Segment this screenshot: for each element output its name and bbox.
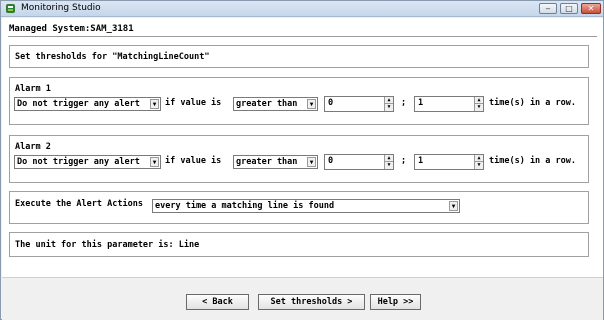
unit-label: The unit for this parameter is: Line — [15, 240, 200, 250]
alarm-2-if-label: if value is — [165, 156, 222, 166]
alarm-1-if-label: if value is — [165, 98, 222, 108]
alarm-1-operator-select[interactable]: greater than ▼ — [233, 97, 318, 111]
alarm-2-separator: ; — [401, 156, 407, 166]
alarm-1-action-value: Do not trigger any alert — [17, 99, 140, 109]
chevron-down-icon[interactable]: ▼ — [150, 157, 159, 167]
close-button[interactable]: ✕ — [581, 3, 601, 14]
maximize-button[interactable]: □ — [560, 3, 578, 14]
spin-up-icon[interactable]: ▲ — [474, 97, 483, 104]
set-thresholds-button[interactable]: Set thresholds > — [258, 294, 365, 310]
spin-up-icon[interactable]: ▲ — [474, 155, 483, 162]
spin-down-icon[interactable]: ▼ — [384, 104, 393, 111]
spin-down-icon[interactable]: ▼ — [474, 162, 483, 169]
alarm-1-suffix: time(s) in a row. — [489, 98, 576, 108]
spin-down-icon[interactable]: ▼ — [384, 162, 393, 169]
minimize-button[interactable]: ‒ — [539, 3, 557, 14]
help-button[interactable]: Help >> — [370, 294, 421, 310]
alarm-2-panel: Alarm 2 Do not trigger any alert ▼ if va… — [9, 135, 589, 183]
back-button[interactable]: < Back — [186, 294, 249, 310]
alarm-1-panel: Alarm 1 Do not trigger any alert ▼ if va… — [9, 77, 589, 125]
chevron-down-icon[interactable]: ▼ — [449, 201, 458, 211]
alarm-2-operator-select[interactable]: greater than ▼ — [233, 155, 318, 169]
alarm-1-count: 1 — [418, 98, 424, 108]
thresholds-title: Set thresholds for "MatchingLineCount" — [15, 52, 210, 62]
alarm-2-title: Alarm 2 — [15, 142, 51, 152]
monitoring-studio-window: Monitoring Studio ‒ □ ✕ Managed System:S… — [0, 0, 604, 320]
button-bar: < Back Set thresholds > Help >> — [2, 278, 603, 320]
alarm-1-operator-value: greater than — [236, 99, 298, 109]
managed-system-label: Managed System:SAM_3181 — [9, 24, 134, 34]
alarm-1-count-spinner[interactable]: 1 ▲ ▼ — [414, 96, 484, 112]
chevron-down-icon[interactable]: ▼ — [307, 99, 316, 109]
alarm-2-count: 1 — [418, 156, 424, 166]
alert-actions-label: Execute the Alert Actions — [15, 199, 143, 209]
dialog-content: Managed System:SAM_3181 Set thresholds f… — [2, 18, 603, 320]
alarm-1-action-select[interactable]: Do not trigger any alert ▼ — [14, 97, 161, 111]
alarm-2-operator-value: greater than — [236, 157, 298, 167]
alarm-2-suffix: time(s) in a row. — [489, 156, 576, 166]
alarm-1-value: 0 — [328, 98, 334, 108]
alarm-1-title: Alarm 1 — [15, 84, 51, 94]
alarm-2-action-value: Do not trigger any alert — [17, 157, 140, 167]
thresholds-title-panel: Set thresholds for "MatchingLineCount" — [9, 45, 589, 68]
title-bar[interactable]: Monitoring Studio ‒ □ ✕ — [1, 1, 603, 17]
alarm-2-value: 0 — [328, 156, 334, 166]
alert-actions-panel: Execute the Alert Actions every time a m… — [9, 191, 589, 224]
chevron-down-icon[interactable]: ▼ — [150, 99, 159, 109]
spin-up-icon[interactable]: ▲ — [384, 97, 393, 104]
chevron-down-icon[interactable]: ▼ — [307, 157, 316, 167]
spin-up-icon[interactable]: ▲ — [384, 155, 393, 162]
alarm-1-value-spinner[interactable]: 0 ▲ ▼ — [324, 96, 394, 112]
unit-panel: The unit for this parameter is: Line — [9, 232, 589, 257]
spin-down-icon[interactable]: ▼ — [474, 104, 483, 111]
alarm-1-separator: ; — [401, 98, 407, 108]
window-title: Monitoring Studio — [21, 3, 101, 13]
alarm-2-count-spinner[interactable]: 1 ▲ ▼ — [414, 154, 484, 170]
alert-actions-value: every time a matching line is found — [155, 201, 335, 211]
alarm-2-action-select[interactable]: Do not trigger any alert ▼ — [14, 155, 161, 169]
header-divider — [8, 36, 597, 37]
monitoring-studio-icon — [6, 4, 15, 13]
alarm-2-value-spinner[interactable]: 0 ▲ ▼ — [324, 154, 394, 170]
alert-actions-select[interactable]: every time a matching line is found ▼ — [152, 199, 460, 213]
